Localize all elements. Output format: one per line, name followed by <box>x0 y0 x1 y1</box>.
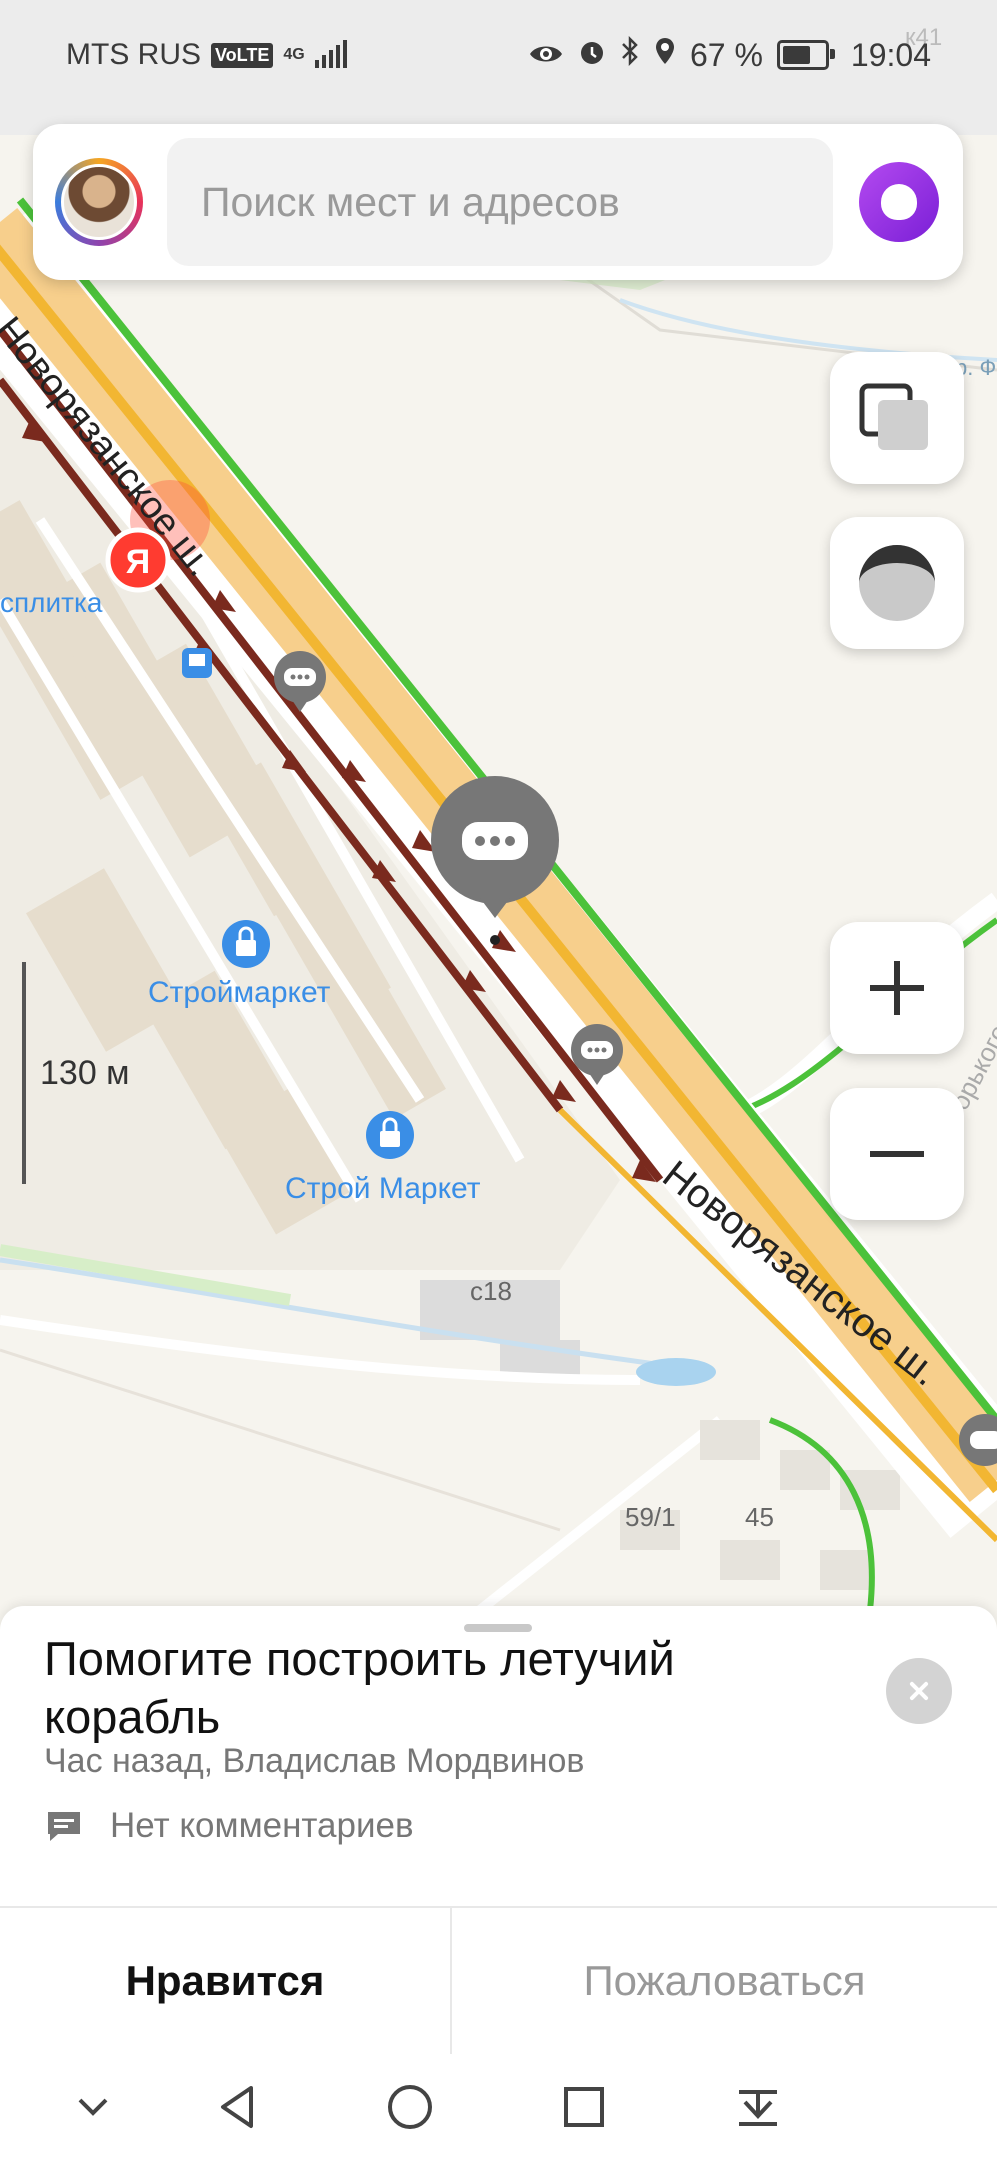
status-bar: MTS RUS VoLTE 4G 67 % 19:04 <box>0 0 997 110</box>
building-number-45: 45 <box>745 1502 774 1532</box>
scale-label: 130 м <box>40 1054 130 1092</box>
poi-label-tile[interactable]: сплитка <box>0 587 103 618</box>
comment-icon <box>48 1812 80 1841</box>
action-row: Нравится Пожаловаться <box>0 1908 997 2054</box>
search-input[interactable] <box>167 138 833 266</box>
home-icon[interactable] <box>375 2072 445 2142</box>
battery-percent: 67 % <box>689 36 763 73</box>
bluetooth-icon <box>620 35 640 74</box>
layers-button[interactable] <box>830 352 964 484</box>
battery-icon <box>776 40 835 70</box>
building-number-59-1: 59/1 <box>625 1502 676 1532</box>
yandex-marker-icon[interactable]: Я <box>105 527 171 593</box>
half-circle-icon <box>859 545 935 621</box>
clock: 19:04 <box>850 36 931 73</box>
chevron-down-icon[interactable] <box>58 2072 128 2142</box>
event-title: Помогите построить летучий корабль <box>44 1632 675 1743</box>
avatar[interactable] <box>55 158 143 246</box>
network-type: 4G <box>283 46 305 63</box>
search-bar <box>33 124 963 280</box>
zoom-out-button[interactable] <box>830 1088 964 1220</box>
comments-label: Нет комментариев <box>110 1806 414 1845</box>
poi-label-stroy-market[interactable]: Строй Маркет <box>285 1172 481 1205</box>
notification-shade-icon[interactable] <box>723 2072 793 2142</box>
alarm-icon <box>578 37 606 74</box>
battery-level-fill <box>782 46 810 64</box>
location-icon <box>654 36 676 74</box>
bus-stop-icon[interactable] <box>182 648 212 678</box>
report-button[interactable]: Пожаловаться <box>452 1908 997 2054</box>
layers-icon <box>859 383 928 450</box>
system-nav-bar <box>0 2054 997 2160</box>
close-button[interactable] <box>886 1658 952 1724</box>
scale-bar <box>22 962 26 1184</box>
event-bottom-sheet: Помогите построить летучий корабль Час н… <box>0 1606 997 2054</box>
plus-icon <box>870 961 924 1015</box>
volte-badge: VoLTE <box>211 42 274 68</box>
zoom-in-button[interactable] <box>830 922 964 1054</box>
carrier-label: MTS RUS <box>66 38 201 71</box>
poi-label-stroymarket[interactable]: Строймаркет <box>148 976 331 1009</box>
eye-icon <box>528 37 564 74</box>
yandex-marker-letter: Я <box>126 543 150 581</box>
like-button[interactable]: Нравится <box>0 1908 450 2054</box>
map-mode-button[interactable] <box>830 517 964 649</box>
alice-voice-assistant-icon[interactable] <box>859 162 939 242</box>
signal-icon <box>314 40 347 68</box>
event-meta: Час назад, Владислав Мордвинов <box>44 1742 585 1780</box>
recents-icon[interactable] <box>549 2072 619 2142</box>
minus-icon <box>870 1151 924 1157</box>
shopping-bag-icon[interactable] <box>222 920 270 968</box>
back-icon[interactable] <box>203 2072 273 2142</box>
comments-row[interactable]: Нет комментариев <box>44 1806 414 1846</box>
avatar-photo <box>61 164 137 240</box>
shopping-bag-icon[interactable] <box>366 1111 414 1159</box>
building-number-c18: с18 <box>470 1276 512 1306</box>
